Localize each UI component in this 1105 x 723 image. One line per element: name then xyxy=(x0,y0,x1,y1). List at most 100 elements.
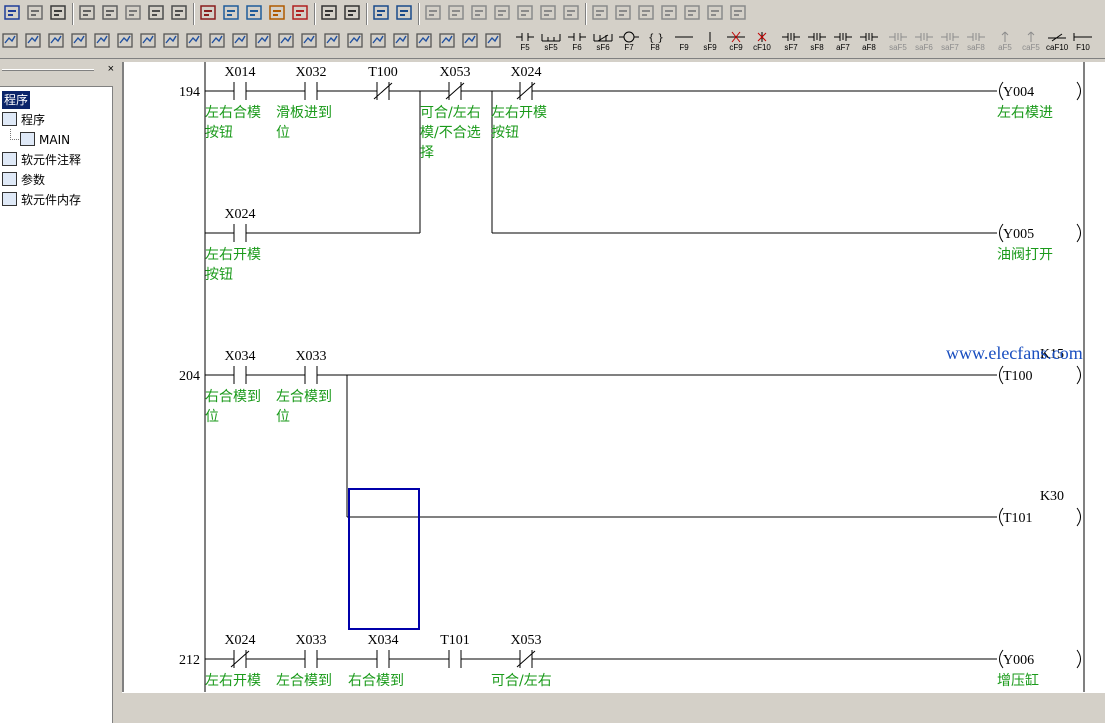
zoom-out-icon[interactable] xyxy=(342,3,362,23)
device-list-icon[interactable] xyxy=(322,31,342,51)
write-mode-icon[interactable] xyxy=(115,31,135,51)
print-icon[interactable] xyxy=(48,3,68,23)
find-instruction-icon[interactable] xyxy=(221,3,241,23)
replace-device-icon[interactable] xyxy=(267,3,287,23)
tree-item-4[interactable]: 参数 xyxy=(2,171,45,189)
read-mode-icon[interactable] xyxy=(92,31,112,51)
pulse-icon[interactable] xyxy=(460,31,480,51)
memory-icon[interactable] xyxy=(483,31,503,51)
diagnose-icon[interactable] xyxy=(682,3,702,23)
test-icon[interactable] xyxy=(538,3,558,23)
new-icon[interactable] xyxy=(2,3,22,23)
fkey-button-f6[interactable]: F6 xyxy=(566,31,588,55)
insert-column-icon[interactable] xyxy=(253,31,273,51)
paste-icon[interactable] xyxy=(123,3,143,23)
fkey-button-caf10[interactable]: caF10 xyxy=(1046,31,1068,55)
fkey-button-caf5[interactable]: caF5 xyxy=(1020,31,1042,55)
fkey-button-cf10[interactable]: cF10 xyxy=(751,31,773,55)
find-contact-icon[interactable] xyxy=(244,3,264,23)
panel-grip[interactable] xyxy=(2,69,94,71)
tree-item-2[interactable]: MAIN xyxy=(20,131,70,149)
close-icon[interactable]: × xyxy=(108,63,114,75)
entry-monitor-icon[interactable] xyxy=(613,3,633,23)
contact-comment: 可合/左右 xyxy=(420,105,481,121)
delete-column-icon[interactable] xyxy=(276,31,296,51)
online-read-icon[interactable] xyxy=(423,3,443,23)
zoom-in-icon[interactable] xyxy=(319,3,339,23)
tree-item-label: 程序 xyxy=(21,113,46,127)
undo-icon[interactable] xyxy=(146,3,166,23)
monitor-icon[interactable] xyxy=(371,3,391,23)
run-icon[interactable] xyxy=(492,3,512,23)
delete-row-icon[interactable] xyxy=(230,31,250,51)
fkey-button-sf9[interactable]: sF9 xyxy=(699,31,721,55)
coil-set-icon[interactable] xyxy=(414,31,434,51)
fkey-button-sf7[interactable]: sF7 xyxy=(780,31,802,55)
fkey-button-sf5[interactable]: sF5 xyxy=(540,31,562,55)
coil-device-label: Y005 xyxy=(1003,227,1034,242)
comment-icon xyxy=(2,152,17,166)
batch-monitor-icon[interactable] xyxy=(590,3,610,23)
contact-comment: 按钮 xyxy=(491,125,519,141)
fkey-button-af8[interactable]: aF8 xyxy=(858,31,880,55)
coil-device-label: Y006 xyxy=(1003,653,1034,668)
find-device-icon[interactable] xyxy=(198,3,218,23)
tree-item-1[interactable]: 程序 xyxy=(2,111,45,129)
step-number: 194 xyxy=(179,85,200,100)
verify-icon[interactable] xyxy=(469,3,489,23)
ladder-view-icon[interactable] xyxy=(0,31,20,51)
timing-icon[interactable] xyxy=(659,3,679,23)
fkey-button-saf8[interactable]: saF8 xyxy=(965,31,987,55)
fkey-button-af7[interactable]: aF7 xyxy=(832,31,854,55)
segment-icon[interactable] xyxy=(345,31,365,51)
fkey-button-sf6[interactable]: sF6 xyxy=(592,31,614,55)
device-test-icon[interactable] xyxy=(561,3,581,23)
online-write-icon[interactable] xyxy=(446,3,466,23)
fkey-label: sF5 xyxy=(544,43,558,52)
find-step-icon[interactable] xyxy=(391,31,411,51)
comment-view-icon[interactable] xyxy=(46,31,66,51)
tree-item-3[interactable]: 软元件注释 xyxy=(2,151,81,169)
fkey-button-f7[interactable]: F7 xyxy=(618,31,640,55)
insert-row-icon[interactable] xyxy=(207,31,227,51)
fkey-button-f8[interactable]: { } F8 xyxy=(644,31,666,55)
contact-device-label: T101 xyxy=(440,633,470,648)
parameter-icon xyxy=(2,172,17,186)
cut-icon[interactable] xyxy=(77,3,97,23)
fkey-button-f5[interactable]: F5 xyxy=(514,31,536,55)
fkey-button-sf8[interactable]: sF8 xyxy=(806,31,828,55)
monitor-mode-icon[interactable] xyxy=(184,31,204,51)
instruction-symbol-icon xyxy=(965,31,987,43)
ladder-editor[interactable]: 194 204 212 X014 左右合模 按钮 X032 滑板进到位 T100 X053 可合/左… xyxy=(122,62,1105,700)
fkey-button-saf7[interactable]: saF7 xyxy=(939,31,961,55)
fkey-label: sF8 xyxy=(810,43,824,52)
lock-icon[interactable] xyxy=(705,3,725,23)
fkey-button-cf9[interactable]: cF9 xyxy=(725,31,747,55)
fkey-button-saf6[interactable]: saF6 xyxy=(913,31,935,55)
save-icon[interactable] xyxy=(25,3,45,23)
tree-item-0[interactable]: 程序 xyxy=(2,91,31,109)
fkey-button-saf5[interactable]: saF5 xyxy=(887,31,909,55)
fkey-button-af5[interactable]: aF5 xyxy=(994,31,1016,55)
contact-device-label: X014 xyxy=(224,65,255,80)
contact-device-label: X034 xyxy=(224,349,255,364)
block-icon[interactable] xyxy=(368,31,388,51)
fkey-button-f9[interactable]: F9 xyxy=(673,31,695,55)
ladder-diagram: 194 204 212 X014 左右合模按钮 X032 滑板进到位 T100 X053 可合/左… xyxy=(179,62,1085,700)
fkey-button-f10[interactable]: F10 xyxy=(1072,31,1094,55)
buffer-monitor-icon[interactable] xyxy=(636,3,656,23)
zoom-fit-icon[interactable] xyxy=(299,31,319,51)
help-icon[interactable] xyxy=(728,3,748,23)
statement-view-icon[interactable] xyxy=(69,31,89,51)
tree-item-5[interactable]: 软元件内存 xyxy=(2,191,81,209)
coil-reset-icon[interactable] xyxy=(437,31,457,51)
copy-icon[interactable] xyxy=(100,3,120,23)
list-view-icon[interactable] xyxy=(23,31,43,51)
convert-icon[interactable] xyxy=(138,31,158,51)
monitor-write-icon[interactable] xyxy=(394,3,414,23)
contact-comment: 左右开模 xyxy=(491,105,547,121)
replace-instruction-icon[interactable] xyxy=(290,3,310,23)
redo-icon[interactable] xyxy=(169,3,189,23)
convert-all-icon[interactable] xyxy=(161,31,181,51)
stop-icon[interactable] xyxy=(515,3,535,23)
